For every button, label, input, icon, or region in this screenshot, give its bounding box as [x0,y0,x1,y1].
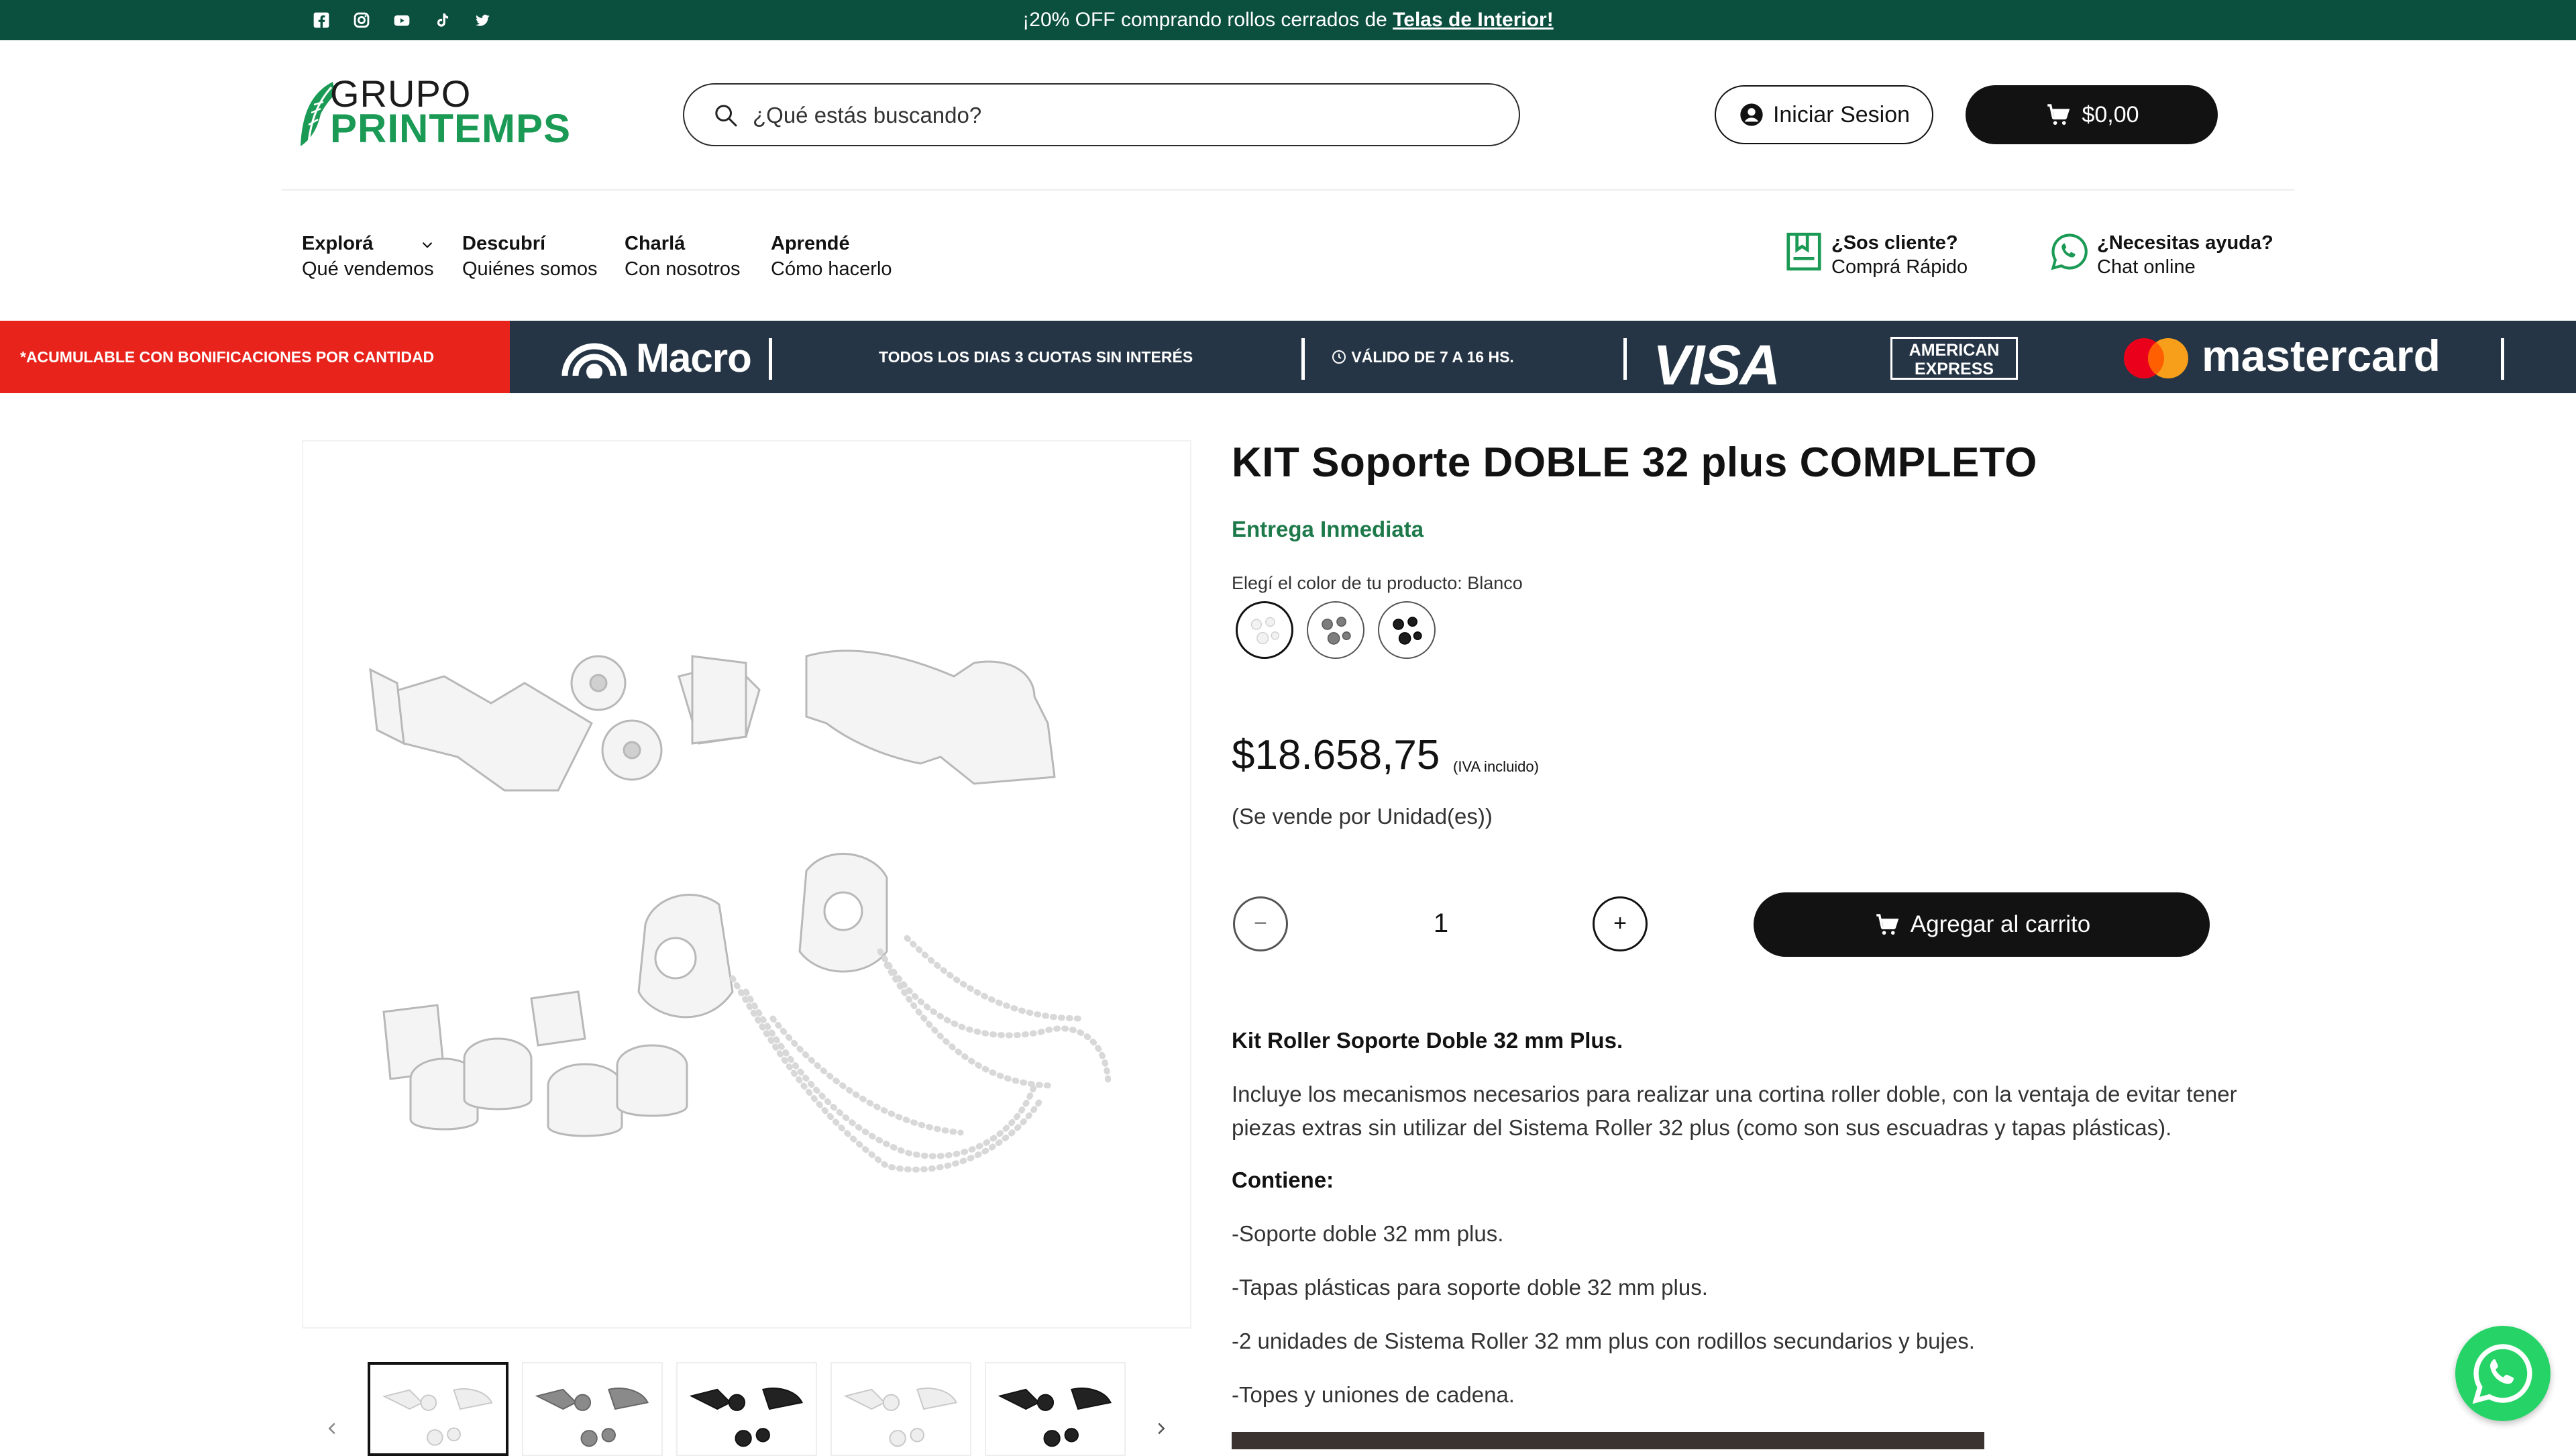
product-thumbnail[interactable] [676,1362,817,1456]
product-thumbnail[interactable] [522,1362,663,1456]
nav-item-explora[interactable]: Explorá Qué vendemos [302,231,434,282]
macro-bank-name: Macro [636,335,752,380]
bookmark-icon [1786,232,1821,271]
thumbnail-image [535,1388,649,1447]
color-swatch-blanco[interactable] [1236,601,1293,659]
login-button[interactable]: Iniciar Sesion [1715,85,1933,144]
contents-item: -Topes y uniones de cadena. [1232,1382,1515,1407]
announcement-message: ¡20% OFF comprando rollos cerrados de [1022,9,1393,31]
cart-icon [2047,104,2070,125]
amex-logo-line2: EXPRESS [1914,360,1994,378]
announcement-bar: ¡20% OFF comprando rollos cerrados de Te… [0,0,2576,40]
announcement-link[interactable]: Telas de Interior! [1393,9,1554,31]
cart-total: $0,00 [2082,101,2139,127]
mastercard-logo: mastercard [2202,331,2440,380]
nav-item-subtitle: Quiénes somos [462,258,598,280]
tax-note: (IVA incluido) [1453,758,1539,775]
logo-text-printemps: PRINTEMPS [330,106,572,151]
product-thumbnail[interactable] [985,1362,1126,1456]
add-to-cart-label: Agregar al carrito [1910,911,2091,937]
quick-buy-title: ¿Sos cliente? [1831,232,1958,254]
delivery-status: Entrega Inmediata [1232,517,1424,541]
color-selector-label: Elegí el color de tu producto: Blanco [1232,573,1523,593]
swatch-image [1322,617,1351,645]
nav-item-title: Explorá [302,233,374,254]
contents-item: -Soporte doble 32 mm plus. [1232,1221,1504,1246]
divider [1623,338,1627,380]
whatsapp-chat-button[interactable] [2455,1326,2551,1421]
help-chat-title: ¿Necesitas ayuda? [2097,232,2273,254]
color-swatch-gris[interactable] [1307,601,1364,659]
quantity-increase-button[interactable]: + [1593,896,1648,951]
nav-item-subtitle: Cómo hacerlo [771,258,892,280]
visa-logo: VISA [1653,333,1780,397]
cart-icon [1876,914,1899,935]
promo-banner[interactable]: *ACUMULABLE CON BONIFICACIONES POR CANTI… [0,321,2576,397]
product-main-image[interactable] [302,440,1191,1329]
chevron-down-icon[interactable] [419,236,436,254]
promo-installments: TODOS LOS DIAS 3 CUOTAS SIN INTERÉS [879,348,1193,366]
nav-item-descubri[interactable]: Descubrí Quiénes somos [462,231,598,282]
search-icon[interactable] [712,102,739,129]
product-title: KIT Soporte DOBLE 32 plus COMPLETO [1232,439,2037,486]
product-price: $18.658,75 [1232,732,1440,778]
quantity-input[interactable] [1409,903,1473,943]
quick-buy-subtitle: Comprá Rápido [1831,256,1968,278]
product-thumbnail[interactable] [368,1362,508,1456]
nav-item-aprende[interactable]: Aprendé Cómo hacerlo [771,231,892,282]
announcement-text: ¡20% OFF comprando rollos cerrados de Te… [0,0,2576,40]
chevron-right-icon[interactable] [1151,1418,1171,1439]
promo-disclaimer: *ACUMULABLE CON BONIFICACIONES POR CANTI… [0,321,510,393]
swatch-image [1250,617,1280,645]
contents-item: -Tapas plásticas para soporte doble 32 m… [1232,1275,1708,1300]
contents-item: -2 unidades de Sistema Roller 32 mm plus… [1232,1329,1975,1353]
clock-icon [1332,350,1346,364]
nav-item-subtitle: Qué vendemos [302,258,434,280]
nav-item-title: Aprendé [771,233,850,254]
color-swatch-negro[interactable] [1378,601,1436,659]
description-image [1232,1432,1984,1449]
header-divider [282,189,2294,191]
mastercard-circles-icon [2124,338,2188,378]
nav-item-charla[interactable]: Charlá Con nosotros [625,231,741,282]
nav-item-title: Descubrí [462,233,546,254]
login-label: Iniciar Sesion [1772,101,1911,127]
product-thumbnail[interactable] [830,1362,971,1456]
divider [1301,338,1305,380]
contents-heading: Contiene: [1232,1167,1334,1192]
amex-logo-line1: AMERICAN [1909,341,2000,360]
thumbnail-image [843,1388,958,1447]
product-photo [369,649,1112,1173]
promo-valid-hours-text: VÁLIDO DE 7 A 16 HS. [1351,348,1514,366]
search-bar[interactable] [683,83,1520,146]
cart-button[interactable]: $0,00 [1966,85,2218,144]
promo-valid-hours: VÁLIDO DE 7 A 16 HS. [1331,321,1514,393]
quick-buy-link[interactable]: ¿Sos cliente? Comprá Rápido [1783,228,1984,279]
chevron-left-icon[interactable] [322,1418,342,1439]
description-heading: Kit Roller Soporte Doble 32 mm Plus. [1232,1028,1623,1053]
thumbnail-image [689,1388,804,1447]
whatsapp-icon [2472,1344,2532,1404]
search-input[interactable] [751,97,1489,134]
help-chat-subtitle: Chat online [2097,256,2196,278]
add-to-cart-button[interactable]: Agregar al carrito [1754,892,2210,957]
divider [769,338,772,380]
nav-item-title: Charlá [625,233,686,254]
thumbnail-image [382,1388,493,1446]
thumbnail-image [998,1388,1112,1447]
divider [2501,338,2504,380]
quantity-decrease-button[interactable]: − [1233,896,1288,951]
whatsapp-icon [2051,233,2088,270]
swatch-image [1393,617,1422,645]
description-paragraph: Incluye los mecanismos necesarios para r… [1232,1082,2237,1140]
unit-note: (Se vende por Unidad(es)) [1232,804,1493,829]
amex-logo: AMERICAN EXPRESS [1890,337,2018,380]
nav-item-subtitle: Con nosotros [625,258,741,280]
user-icon [1740,103,1763,126]
help-chat-link[interactable]: ¿Necesitas ayuda? Chat online [2049,228,2277,279]
macro-bank-logo: Macro [561,334,752,381]
macro-logo-icon [561,343,627,378]
